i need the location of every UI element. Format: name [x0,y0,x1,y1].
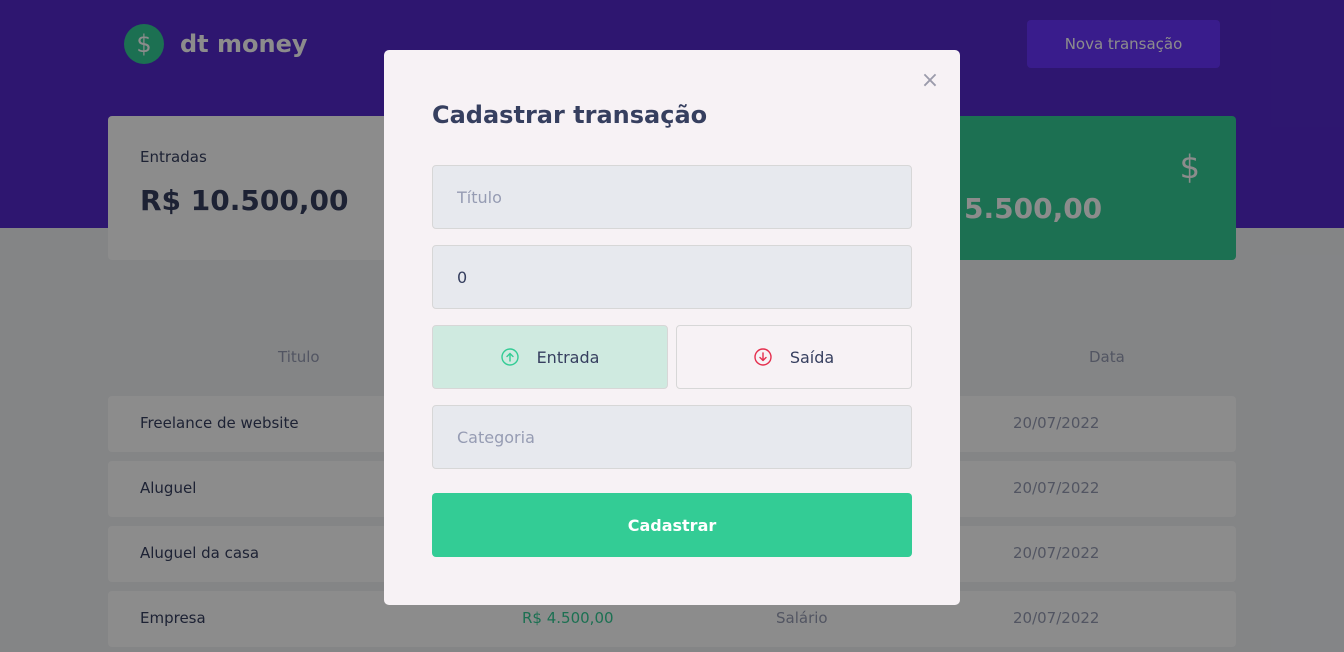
submit-button[interactable]: Cadastrar [432,493,912,557]
outcome-type-button[interactable]: Saída [676,325,912,389]
modal-title: Cadastrar transação [432,101,708,129]
amount-input[interactable] [432,245,912,309]
arrow-down-circle-icon [754,348,772,366]
category-input[interactable] [432,405,912,469]
close-icon[interactable]: × [920,70,940,92]
income-type-label: Entrada [536,347,600,367]
title-input[interactable] [432,165,912,229]
new-transaction-modal: × Cadastrar transação Entrada Saída Cada… [384,50,960,605]
income-type-button[interactable]: Entrada [432,325,668,389]
outcome-type-label: Saída [789,347,835,367]
arrow-up-circle-icon [500,348,519,366]
